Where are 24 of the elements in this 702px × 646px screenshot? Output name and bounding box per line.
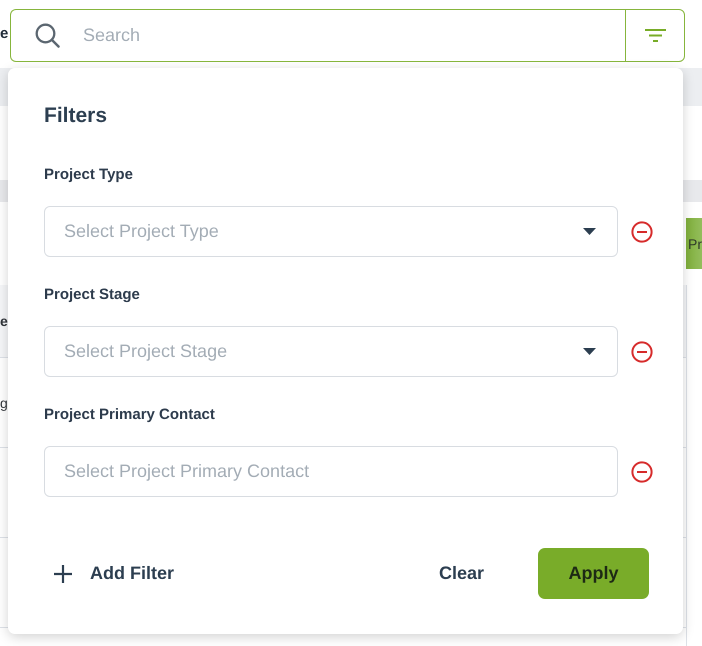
filter-icon	[644, 29, 666, 42]
minus-circle-icon[interactable]	[631, 460, 653, 482]
add-filter-button[interactable]: Add Filter	[44, 557, 184, 590]
dropdown-field[interactable]: Select Project Stage	[44, 326, 618, 377]
table-cell: g	[0, 394, 8, 412]
caret-icon	[583, 348, 596, 355]
table-header-cell: e	[0, 312, 8, 330]
dropdown-field[interactable]: Select Project Type	[44, 206, 618, 257]
apply-button[interactable]: Apply	[538, 548, 649, 599]
field-label: Project Stage	[44, 285, 140, 305]
action-button[interactable]: Pr	[686, 218, 702, 269]
minus-circle-icon[interactable]	[631, 340, 653, 362]
plus-icon	[54, 564, 72, 582]
filter-button[interactable]	[625, 9, 685, 62]
caret-icon	[583, 228, 596, 235]
field-label: Project Type	[44, 165, 133, 185]
input-field[interactable]: Select Project Primary Contact	[44, 446, 618, 497]
minus-circle-icon[interactable]	[631, 220, 653, 242]
panel-title: Filters	[44, 103, 108, 129]
page-title: e	[0, 24, 8, 44]
clear-button[interactable]: Clear	[422, 555, 500, 592]
field-label: Project Primary Contact	[44, 405, 215, 425]
search-field[interactable]: Search	[10, 9, 625, 62]
search-icon	[35, 23, 60, 48]
